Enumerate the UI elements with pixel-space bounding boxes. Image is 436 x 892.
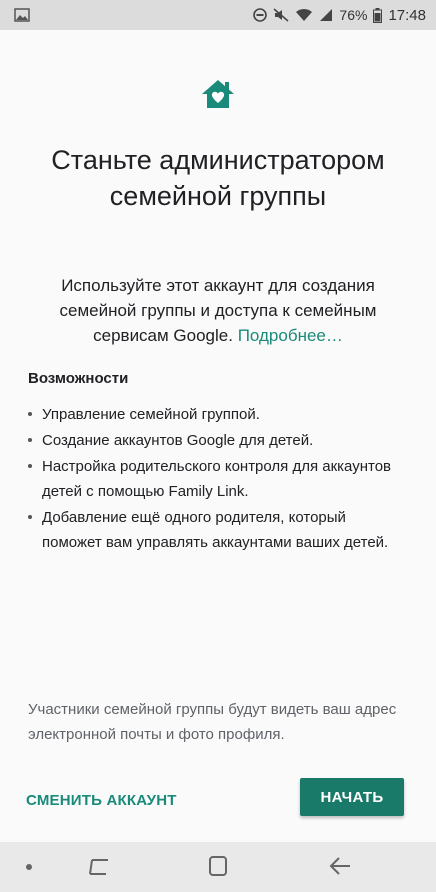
recents-icon[interactable] <box>86 856 112 878</box>
navigation-bar <box>0 842 436 892</box>
family-home-heart-icon <box>200 78 236 110</box>
mute-icon <box>273 8 289 22</box>
battery-icon <box>373 7 383 23</box>
learn-more-link[interactable]: Подробнее… <box>238 326 343 345</box>
intro-text: Используйте этот аккаунт для создания се… <box>40 273 396 348</box>
page-title-line-1: Станьте администратором <box>51 145 385 175</box>
status-bar: 76% 17:48 <box>0 0 436 30</box>
back-icon[interactable] <box>328 855 352 877</box>
privacy-note: Участники семейной группы будут видеть в… <box>28 701 397 743</box>
features-heading: Возможности <box>28 370 129 387</box>
signal-icon <box>319 8 333 22</box>
status-bar-right: 76% 17:48 <box>253 7 426 24</box>
family-admin-screen: Станьте администратором семейной группы … <box>0 30 436 842</box>
page-title-line-2: семейной группы <box>109 181 327 211</box>
list-item: Создание аккаунтов Google для детей. <box>28 428 398 453</box>
clock: 17:48 <box>388 6 426 24</box>
battery-percentage: 76% <box>339 7 368 23</box>
start-button[interactable]: НАЧАТЬ <box>300 778 404 816</box>
home-icon[interactable] <box>208 855 228 877</box>
features-list: Управление семейной группой. Создание ак… <box>28 402 398 556</box>
page-title: Станьте администратором семейной группы <box>0 142 436 214</box>
list-item: Настройка родительского контроля для акк… <box>28 454 398 504</box>
switch-account-button[interactable]: СМЕНИТЬ АККАУНТ <box>26 782 177 818</box>
list-item: Добавление ещё одного родителя, который … <box>28 505 398 555</box>
gallery-icon <box>14 8 30 22</box>
list-item: Управление семейной группой. <box>28 402 398 427</box>
dot-icon[interactable] <box>26 864 32 870</box>
wifi-icon <box>295 8 313 22</box>
status-bar-left <box>14 8 30 22</box>
do-not-disturb-icon <box>253 8 268 22</box>
